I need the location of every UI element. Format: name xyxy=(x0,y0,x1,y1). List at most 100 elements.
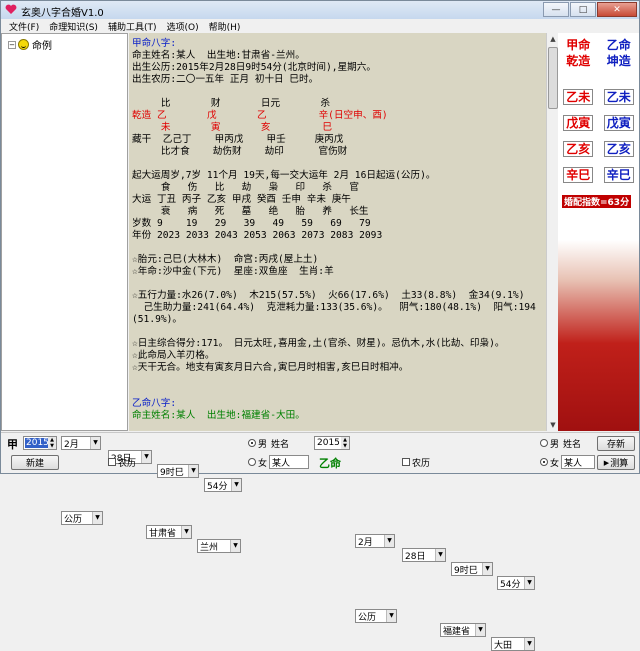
close-button[interactable]: ✕ xyxy=(597,2,637,17)
jia-month-select[interactable]: 2月 ▼ xyxy=(61,436,101,450)
chevron-down-icon: ▼ xyxy=(231,479,241,491)
yi-city-select[interactable]: 大田 ▼ xyxy=(491,637,535,651)
yi-lunar-checkbox[interactable]: 农历 xyxy=(402,455,430,469)
yi-hour-select[interactable]: 9时巳 ▼ xyxy=(451,562,493,576)
jia-calendar-select[interactable]: 公历 ▼ xyxy=(61,511,103,525)
report-line: ☆年命:沙中金(下元) 星座:双鱼座 生肖:羊 xyxy=(132,266,334,277)
report-line xyxy=(132,386,546,398)
chevron-down-icon: ▼ xyxy=(92,512,102,524)
yi-year-stepper[interactable]: 2015 ▲ ▼ xyxy=(314,436,350,450)
heart-logo-icon xyxy=(5,4,17,15)
app-window: 玄奥八字合婚V1.0 — □ ✕ 文件(F) 命理知识(S) 辅助工具(T) 选… xyxy=(0,0,640,651)
vertical-scrollbar[interactable]: ▲ ▼ xyxy=(546,33,558,431)
yi-male-radio[interactable]: 男 xyxy=(540,436,559,450)
report-line: 衰 病 死 墓 绝 胎 养 长生 xyxy=(132,206,369,217)
jia-name-field[interactable]: 某人 xyxy=(269,455,309,469)
report-line: ☆天干无合。地支有寅亥月日六合,寅巳月时相害,亥巳日时相冲。 xyxy=(132,362,409,373)
menu-options[interactable]: 选项(O) xyxy=(166,20,198,33)
radio-icon xyxy=(540,458,548,466)
report-line: 起大运周岁,7岁 11个月 19天,每一交大运年 2月 16日起运(公历)。 xyxy=(132,170,436,181)
chevron-down-icon: ▼ xyxy=(475,624,485,636)
checkbox-icon xyxy=(108,458,116,466)
stepper-arrows-icon[interactable]: ▲ ▼ xyxy=(341,437,349,449)
report-line: 年份 2023 2033 2043 2053 2063 2073 2083 20… xyxy=(132,230,383,241)
tree-item-label: 命例 xyxy=(32,41,52,52)
chevron-down-icon: ▼ xyxy=(386,610,396,622)
yi-header: 乙命 xyxy=(606,38,631,52)
report-line: 岁数 9 19 29 39 49 59 69 79 xyxy=(132,218,371,229)
chevron-down-icon: ▼ xyxy=(524,638,534,650)
jia-female-radio[interactable]: 女 xyxy=(248,455,267,469)
menu-knowledge[interactable]: 命理知识(S) xyxy=(49,20,98,33)
tree-item-root[interactable]: − 命例 xyxy=(8,37,52,52)
yi-pillar-day: 乙亥 xyxy=(603,141,634,157)
title-bar: 玄奥八字合婚V1.0 — □ ✕ xyxy=(1,1,639,19)
yi-day-select[interactable]: 28日 ▼ xyxy=(402,548,446,562)
jia-header: 甲命 xyxy=(566,38,591,52)
yi-province-select[interactable]: 福建省 ▼ xyxy=(440,623,486,637)
yi-female-radio[interactable]: 女 xyxy=(540,455,559,469)
chevron-down-icon: ▼ xyxy=(524,577,534,589)
jia-hour-select[interactable]: 9时巳 ▼ xyxy=(157,464,199,478)
report-line: 乙命八字: xyxy=(132,398,177,409)
jia-province-select[interactable]: 甘肃省 ▼ xyxy=(146,525,192,539)
jia-male-radio[interactable]: 男 xyxy=(248,436,267,450)
jia-pillar-year: 乙未 xyxy=(563,89,594,105)
chevron-down-icon: ▼ xyxy=(384,535,394,547)
report-line: 未 寅 亥 巳 xyxy=(132,122,333,133)
report-line: 命主姓名:某人 出生地:福建省-大田。 xyxy=(132,410,305,421)
report-line xyxy=(132,158,546,170)
jia-pillar-month: 戊寅 xyxy=(563,115,594,131)
report-line: 甲命八字: xyxy=(132,38,177,49)
report-line: 命主姓名:某人 出生地:甘肃省-兰州。 xyxy=(132,50,305,61)
stepper-arrows-icon[interactable]: ▲ ▼ xyxy=(48,437,56,449)
save-new-button[interactable]: 存新 xyxy=(597,436,635,451)
jia-label: 甲 xyxy=(7,438,18,451)
chevron-down-icon: ▼ xyxy=(90,437,100,449)
jia-city-select[interactable]: 兰州 ▼ xyxy=(197,539,241,553)
yi-calendar-select[interactable]: 公历 ▼ xyxy=(355,609,397,623)
checkbox-icon xyxy=(402,458,410,466)
report-line: 食 伤 比 劫 枭 印 杀 官 xyxy=(132,182,359,193)
yi-name-field[interactable]: 某人 xyxy=(561,455,595,469)
yi-pillar-hour: 辛巳 xyxy=(603,167,634,183)
collapse-icon[interactable]: − xyxy=(8,40,16,49)
report-line: 出生公历:2015年2月28日9时54分(北京时间),星期六。 xyxy=(132,62,376,73)
radio-icon xyxy=(248,458,256,466)
report-line: 出生农历:二〇一五年 正月 初十日 巳时。 xyxy=(132,74,319,85)
report-line: ☆日主综合得分:171。 日元太旺,喜用金,土(官杀、财星)。忌仇木,水(比劫、… xyxy=(132,338,505,349)
chevron-down-icon: ▼ xyxy=(230,540,240,552)
chevron-down-icon: ▼ xyxy=(188,465,198,477)
jia-lunar-checkbox[interactable]: 农历 xyxy=(108,455,136,469)
jia-minute-select[interactable]: 54分 ▼ xyxy=(204,478,242,492)
report-line: 大运 丁丑 丙子 乙亥 甲戌 癸酉 壬申 辛未 庚午 xyxy=(132,194,351,205)
report-text-area[interactable]: 甲命八字: 命主姓名:某人 出生地:甘肃省-兰州。 出生公历:2015年2月28日9… xyxy=(129,33,546,431)
yi-minute-select[interactable]: 54分 ▼ xyxy=(497,576,535,590)
minimize-button[interactable]: — xyxy=(543,2,569,17)
report-line: (51.9%)。 xyxy=(132,314,183,325)
maximize-button[interactable]: □ xyxy=(570,2,596,17)
new-button[interactable]: 新建 xyxy=(11,455,59,470)
yi-month-select[interactable]: 2月 ▼ xyxy=(355,534,395,548)
chevron-down-icon: ▼ xyxy=(482,563,492,575)
scroll-thumb[interactable] xyxy=(548,47,558,109)
report-line: ☆五行力量:水26(7.0%) 木215(57.5%) 火66(17.6%) 土… xyxy=(132,290,525,301)
report-line xyxy=(132,374,546,386)
menu-help[interactable]: 帮助(H) xyxy=(209,20,241,33)
input-panel: 甲 2015 ▲ ▼ 2月 ▼ 28日 ▼ 9时巳 ▼ 54分 ▼ 男 姓名 新建 公历 ▼… xyxy=(1,432,639,651)
report-line: 比才食 劫伤财 劫印 官伤财 xyxy=(132,146,348,157)
report-line xyxy=(132,326,546,338)
chevron-down-icon: ▼ xyxy=(435,549,445,561)
case-tree: − 命例 xyxy=(1,33,128,431)
jia-year-stepper[interactable]: 2015 ▲ ▼ xyxy=(23,436,57,450)
yi-pillar-year: 乙未 xyxy=(603,89,634,105)
report-line: 己生助力量:241(64.4%) 克泄耗力量:133(35.6%)。 阴气:18… xyxy=(132,302,536,313)
yi-name-label: 姓名 xyxy=(563,439,582,450)
calculate-button[interactable]: ▶ 测算 xyxy=(597,455,635,470)
menu-file[interactable]: 文件(F) xyxy=(9,20,39,33)
radio-icon xyxy=(540,439,548,447)
yi-zao: 坤造 xyxy=(606,54,631,68)
menu-tools[interactable]: 辅助工具(T) xyxy=(108,20,157,33)
chevron-down-icon: ▼ xyxy=(181,526,191,538)
report-line: ☆此命局入羊刃格。 xyxy=(132,350,215,361)
